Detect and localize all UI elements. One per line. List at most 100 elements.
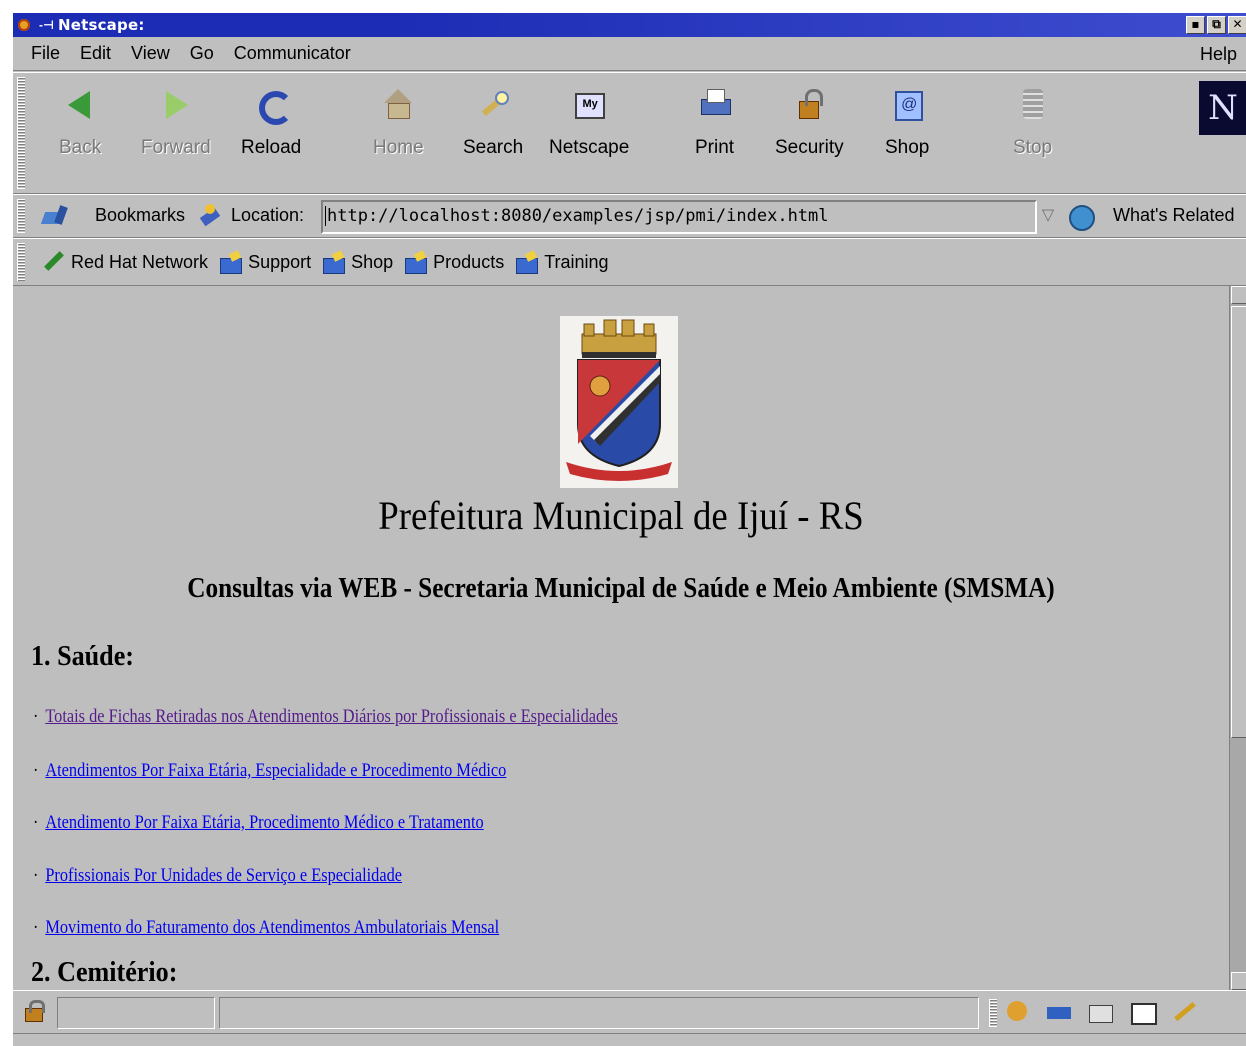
page-proxy-icon[interactable] <box>199 204 221 228</box>
title-bar[interactable]: -⊣ Netscape: ▪ ⧉ ✕ <box>13 13 1246 37</box>
menu-view[interactable]: View <box>121 43 180 64</box>
forward-label: Forward <box>141 137 211 158</box>
bullet: · <box>33 706 39 727</box>
composer-icon[interactable] <box>1171 999 1199 1023</box>
folder-icon <box>323 252 346 274</box>
shop-button[interactable]: Shop <box>885 87 929 165</box>
link-totais-fichas[interactable]: Totais de Fichas Retiradas nos Atendimen… <box>45 706 617 727</box>
list-item: · Movimento do Faturamento dos Atendiment… <box>33 917 499 939</box>
search-button[interactable]: Search <box>463 87 523 165</box>
menu-help[interactable]: Help <box>1200 44 1237 65</box>
component-bar <box>1003 999 1199 1025</box>
netscape-label: Netscape <box>549 137 630 158</box>
home-button[interactable]: Home <box>373 87 424 165</box>
whats-related-icon[interactable] <box>1067 203 1097 231</box>
shop-icon <box>889 87 925 123</box>
bullet: · <box>33 812 39 833</box>
whats-related-button[interactable]: What's Related <box>1113 205 1235 226</box>
list-item: · Profissionais Por Unidades de Serviço e… <box>33 865 402 887</box>
link-atendimento-tratamento[interactable]: Atendimento Por Faixa Etária, Procedimen… <box>45 812 483 833</box>
link-profissionais-unidades[interactable]: Profissionais Por Unidades de Serviço e … <box>45 865 402 886</box>
bookmarks-icon[interactable] <box>43 206 73 226</box>
personal-item-label: Shop <box>351 251 394 272</box>
component-bar-grip[interactable] <box>989 999 997 1027</box>
location-label: Location: <box>231 205 305 225</box>
personal-item-label: Products <box>433 251 505 272</box>
personal-item-training[interactable]: Training <box>516 251 609 274</box>
personal-item-products[interactable]: Products <box>405 251 505 274</box>
security-lock-icon[interactable] <box>21 998 45 1022</box>
close-button[interactable]: ✕ <box>1228 16 1246 34</box>
url-dropdown-button[interactable]: ▽ <box>1037 202 1059 232</box>
section-heading-cemiterio: 2. Cemitério: <box>31 956 178 988</box>
url-input[interactable]: http://localhost:8080/examples/jsp/pmi/i… <box>321 200 1037 234</box>
personal-item-label: Training <box>544 251 609 272</box>
maximize-button[interactable]: ⧉ <box>1207 16 1226 34</box>
newsgroups-icon[interactable] <box>1087 999 1115 1023</box>
scroll-down-arrow-icon[interactable] <box>1231 972 1246 990</box>
print-icon <box>697 87 733 123</box>
scrollbar-thumb[interactable] <box>1231 306 1246 738</box>
progress-field <box>57 997 215 1029</box>
folder-icon <box>516 252 539 274</box>
location-toolbar: Bookmarks Location: http://localhost:808… <box>13 194 1246 238</box>
status-bar <box>13 990 1246 1046</box>
folder-icon <box>405 252 428 274</box>
reload-label: Reload <box>241 137 302 158</box>
toolbar-grip[interactable] <box>17 243 25 281</box>
menu-bar: File Edit View Go Communicator Help <box>13 37 1246 71</box>
print-button[interactable]: Print <box>695 87 734 165</box>
home-label: Home <box>373 137 424 158</box>
personal-item-support[interactable]: Support <box>220 251 312 274</box>
bookmarks-button[interactable]: Bookmarks <box>95 205 185 226</box>
home-icon <box>380 87 416 123</box>
stop-button[interactable]: Stop <box>1013 87 1052 165</box>
menu-edit[interactable]: Edit <box>70 43 121 64</box>
minimize-button[interactable]: ▪ <box>1186 16 1205 34</box>
address-book-icon[interactable] <box>1129 999 1157 1025</box>
list-item: · Atendimentos Por Faixa Etária, Especial… <box>33 760 506 782</box>
link-atendimentos-faixa-etaria[interactable]: Atendimentos Por Faixa Etária, Especiali… <box>45 760 506 781</box>
personal-item-red-hat-network[interactable]: Red Hat Network <box>43 252 208 273</box>
personal-item-shop[interactable]: Shop <box>323 251 394 274</box>
stop-icon <box>1015 87 1051 123</box>
netscape-app-icon[interactable] <box>18 17 36 33</box>
search-icon <box>475 87 511 123</box>
print-label: Print <box>695 137 735 158</box>
mail-icon[interactable] <box>1045 999 1073 1023</box>
back-button[interactable]: Back <box>59 87 101 165</box>
menu-communicator[interactable]: Communicator <box>224 43 361 64</box>
toolbar-grip[interactable] <box>17 77 25 189</box>
security-label: Security <box>775 137 844 158</box>
scroll-up-arrow-icon[interactable] <box>1231 286 1246 304</box>
forward-arrow-icon <box>158 87 194 123</box>
window-title: Netscape: <box>57 16 145 34</box>
netscape-throbber-logo[interactable]: N <box>1199 81 1246 135</box>
page-content: Prefeitura Municipal de Ijuí - RS Consul… <box>13 286 1229 990</box>
list-item: · Atendimento Por Faixa Etária, Procedime… <box>33 812 484 834</box>
bullet: · <box>33 917 39 938</box>
toolbar-grip[interactable] <box>17 199 25 233</box>
menu-go[interactable]: Go <box>180 43 224 64</box>
security-button[interactable]: Security <box>775 87 844 165</box>
vertical-scrollbar[interactable] <box>1229 286 1246 990</box>
bullet: · <box>33 865 39 886</box>
forward-button[interactable]: Forward <box>141 87 211 165</box>
netscape-button[interactable]: Netscape <box>549 87 629 165</box>
menu-file[interactable]: File <box>13 43 70 64</box>
bullet: · <box>33 760 39 781</box>
window-menu-icon[interactable]: -⊣ <box>39 18 54 32</box>
status-text-field <box>219 997 979 1029</box>
text-caret <box>325 206 326 226</box>
personal-item-label: Support <box>248 251 312 272</box>
personal-toolbar: Red Hat Network Support Shop Products Tr… <box>13 238 1246 286</box>
personal-item-label: Red Hat Network <box>71 251 209 272</box>
search-label: Search <box>463 137 524 158</box>
browser-window: -⊣ Netscape: ▪ ⧉ ✕ File Edit View Go Com… <box>12 12 1246 1046</box>
link-icon <box>43 252 65 272</box>
reload-button[interactable]: Reload <box>241 87 301 165</box>
shop-label: Shop <box>885 137 930 158</box>
navigator-icon[interactable] <box>1003 999 1031 1023</box>
link-movimento-faturamento[interactable]: Movimento do Faturamento dos Atendimento… <box>45 917 499 938</box>
reload-icon <box>253 87 294 125</box>
